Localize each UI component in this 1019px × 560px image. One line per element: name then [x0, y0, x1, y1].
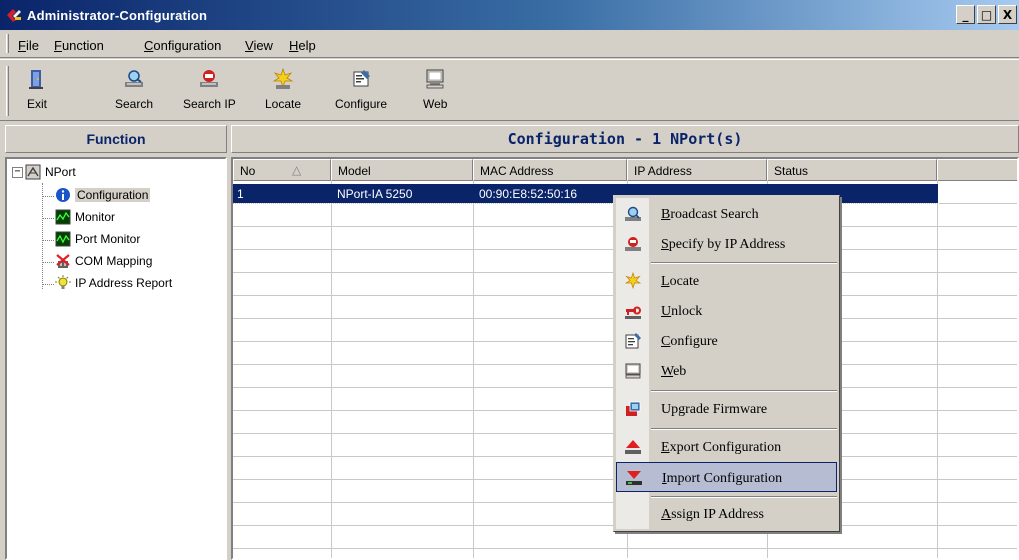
- configure-label: Configure: [335, 97, 388, 111]
- port-monitor-graph-icon: [55, 231, 71, 247]
- menu-separator: [651, 390, 837, 392]
- menu-view[interactable]: View: [245, 38, 273, 53]
- app-icon: [7, 9, 21, 22]
- web-monitor-icon: [625, 363, 641, 379]
- tree-connector: [42, 240, 54, 241]
- menu-item-web[interactable]: Web: [616, 356, 837, 386]
- search-icon: [125, 70, 144, 87]
- cell-no: 1: [237, 187, 244, 201]
- tree-node-ip-address-report[interactable]: IP Address Report: [55, 273, 172, 293]
- column-header-status[interactable]: Status: [767, 159, 937, 181]
- nport-device-icon: [25, 164, 41, 180]
- menu-file[interactable]: File: [18, 38, 39, 53]
- menu-item-upgrade-firmware[interactable]: Upgrade Firmware: [616, 394, 837, 424]
- web-button[interactable]: Web: [423, 68, 447, 111]
- menu-item-configure[interactable]: Configure: [616, 326, 837, 356]
- lightbulb-icon: [55, 275, 71, 289]
- monitor-graph-icon: [55, 209, 71, 225]
- cell-mac-address: 00:90:E8:52:50:16: [479, 187, 578, 201]
- web-monitor-icon: [426, 69, 444, 89]
- menu-item-broadcast-search[interactable]: Broadcast Search: [616, 199, 837, 229]
- configure-icon: [625, 333, 641, 349]
- sort-ascending-icon: △: [292, 163, 302, 177]
- unlock-key-icon: [625, 306, 641, 319]
- configure-icon: [353, 70, 371, 87]
- tree-node-label: NPort: [45, 165, 76, 179]
- minimize-button[interactable]: _: [956, 5, 975, 24]
- import-arrow-icon: [626, 471, 642, 485]
- menu-configuration[interactable]: Configuration: [144, 38, 221, 53]
- tree-connector: [42, 183, 43, 289]
- menu-help[interactable]: Help: [289, 38, 316, 53]
- column-header-mac-address[interactable]: MAC Address: [473, 159, 627, 181]
- menu-item-locate[interactable]: Locate: [616, 266, 837, 296]
- column-header-filler: [937, 159, 1017, 181]
- tree-node-com-mapping[interactable]: COM Mapping: [55, 251, 152, 271]
- context-menu: Broadcast Search Specify by IP Address L…: [613, 195, 840, 532]
- exit-label: Exit: [26, 97, 47, 111]
- tree-node-label: Configuration: [75, 188, 151, 202]
- tree-connector: [42, 196, 54, 197]
- tree-node-label: IP Address Report: [75, 276, 173, 290]
- locate-label: Locate: [265, 97, 302, 111]
- menu-separator: [651, 428, 837, 430]
- export-arrow-icon: [625, 440, 641, 454]
- tree-connector: [42, 262, 54, 263]
- tree-connector: [42, 218, 54, 219]
- menu-separator: [651, 496, 837, 498]
- search-ip-label: Search IP: [183, 97, 236, 111]
- title-bar: Administrator-Configuration _ □ X: [0, 0, 1019, 30]
- menu-item-assign-ip-address[interactable]: Assign IP Address: [616, 499, 837, 529]
- menu-item-export-configuration[interactable]: Export Configuration: [616, 432, 837, 462]
- tree-collapse-toggle[interactable]: −: [12, 167, 23, 178]
- configure-button[interactable]: Configure: [335, 68, 387, 111]
- locate-icon: [624, 272, 642, 290]
- locate-button[interactable]: Locate: [265, 68, 301, 111]
- com-mapping-icon: [56, 254, 70, 268]
- locate-icon: [272, 68, 294, 89]
- function-tree: − NPort Configuration Monitor Port Monit…: [5, 157, 227, 560]
- tree-node-label: COM Mapping: [75, 254, 153, 268]
- cell-model: NPort-IA 5250: [337, 187, 413, 201]
- close-button[interactable]: X: [998, 5, 1017, 24]
- configuration-pane-header: Configuration - 1 NPort(s): [231, 125, 1019, 153]
- column-header-model[interactable]: Model: [331, 159, 473, 181]
- tree-node-nport[interactable]: NPort: [25, 162, 76, 182]
- tree-node-port-monitor[interactable]: Port Monitor: [55, 229, 140, 249]
- info-icon: [56, 188, 70, 202]
- menu-bar: File Function Configuration View Help: [0, 30, 1019, 58]
- menu-function[interactable]: Function: [54, 38, 104, 53]
- window-title: Administrator-Configuration: [27, 8, 208, 23]
- exit-door-icon: [29, 70, 43, 89]
- tree-node-monitor[interactable]: Monitor: [55, 207, 115, 227]
- upgrade-firmware-icon: [626, 401, 641, 416]
- menu-item-specify-by-ip-address[interactable]: Specify by IP Address: [616, 229, 837, 259]
- web-label: Web: [423, 97, 448, 111]
- search-button[interactable]: Search: [115, 68, 153, 111]
- search-ip-button[interactable]: Search IP: [183, 68, 236, 111]
- tree-connector: [42, 284, 54, 285]
- menu-separator: [651, 262, 837, 264]
- toolbar-grip: [6, 66, 9, 116]
- menubar-grip: [6, 34, 9, 53]
- toolbar: Exit Search Search IP Locate Configure W…: [0, 59, 1019, 121]
- tree-node-configuration[interactable]: Configuration: [55, 185, 151, 205]
- menu-item-unlock[interactable]: Unlock: [616, 296, 837, 326]
- function-pane-header: Function: [5, 125, 227, 153]
- exit-button[interactable]: Exit: [26, 68, 48, 111]
- tree-node-label: Port Monitor: [75, 232, 141, 246]
- maximize-button[interactable]: □: [977, 5, 996, 24]
- broadcast-search-icon: [625, 206, 641, 221]
- column-header-no[interactable]: No △: [233, 159, 331, 181]
- tree-node-label: Monitor: [75, 210, 116, 224]
- search-label: Search: [115, 97, 154, 111]
- specify-ip-icon: [625, 237, 641, 251]
- menu-item-import-configuration[interactable]: Import Configuration: [616, 462, 837, 492]
- search-ip-icon: [200, 70, 219, 87]
- column-header-ip-address[interactable]: IP Address: [627, 159, 767, 181]
